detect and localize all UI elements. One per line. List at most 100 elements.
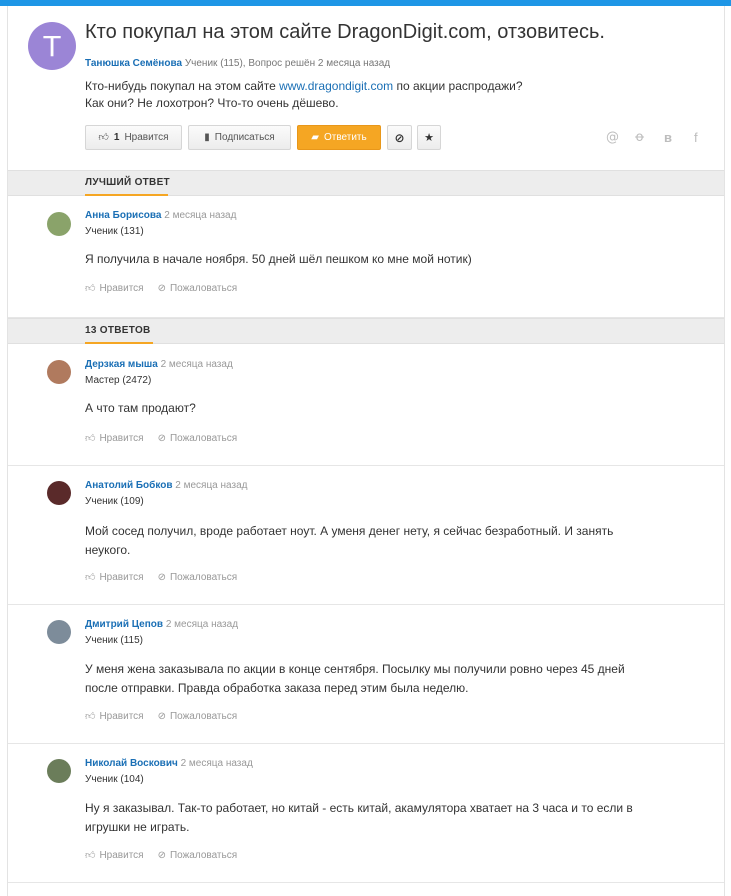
answer-rank: Ученик (109) xyxy=(85,496,144,507)
avatar[interactable] xyxy=(47,481,71,505)
block-icon: ⊘ xyxy=(157,282,166,294)
answer-author: Николай Воскович 2 месяца назад xyxy=(85,758,253,769)
thumbs-up-icon: 👍︎ xyxy=(85,282,96,294)
bookmark-icon: ▮ xyxy=(204,131,210,143)
avatar[interactable] xyxy=(47,212,71,236)
answer-author-link[interactable]: Дмитрий Цепов xyxy=(85,619,163,630)
answer-report-button[interactable]: ⊘ Пожаловаться xyxy=(158,711,238,722)
like-label: Нравится xyxy=(124,132,169,143)
like-label: Нравится xyxy=(99,572,144,583)
report-label: Пожаловаться xyxy=(169,433,238,444)
question-block: Т Кто покупал на этом сайте DragonDigit.… xyxy=(8,6,724,170)
facebook-icon[interactable]: f xyxy=(694,130,698,145)
answer-author-link[interactable]: Анна Борисова xyxy=(85,210,161,221)
question-author-link[interactable]: Танюшка Семёнова xyxy=(85,58,182,69)
odnoklassniki-icon[interactable]: ꝋ xyxy=(635,130,644,145)
question-link[interactable]: www.dragondigit.com xyxy=(279,79,393,93)
answer-rank: Ученик (104) xyxy=(85,774,144,785)
vk-icon[interactable]: в xyxy=(664,130,672,145)
thumbs-up-icon: 👍︎ xyxy=(98,131,109,143)
answer-text: А что там продают? xyxy=(85,401,196,415)
answer-item: Дмитрий Цепов 2 месяца назад Ученик (115… xyxy=(8,605,724,744)
block-button[interactable]: ⊘ xyxy=(387,125,412,150)
answer-like-button[interactable]: 👍︎ Нравится xyxy=(85,572,144,583)
answer-item: Анатолий Бобков 2 месяца назад Ученик (1… xyxy=(8,466,724,605)
question-body: Кто-нибудь покупал на этом сайте www.dra… xyxy=(85,78,685,112)
answer-report-button[interactable]: ⊘ Пожаловаться xyxy=(158,850,238,861)
answer-text: Я получила в начале ноября. 50 дней шёл … xyxy=(85,252,472,266)
best-answer-heading-label: ЛУЧШИЙ ОТВЕТ xyxy=(85,177,170,188)
answer-like-button[interactable]: 👍︎ Нравится xyxy=(85,433,144,444)
answer-time: 2 месяца назад xyxy=(165,619,239,630)
question-page: Т Кто покупал на этом сайте DragonDigit.… xyxy=(7,6,725,896)
thumbs-up-icon: 👍︎ xyxy=(85,710,96,722)
answer-author: Анатолий Бобков 2 месяца назад xyxy=(85,480,247,491)
like-count: 1 xyxy=(113,132,120,143)
favorite-button[interactable]: ★ xyxy=(417,125,441,150)
question-text-end: по акции распродажи? xyxy=(393,79,523,93)
author-avatar[interactable]: Т xyxy=(28,22,76,70)
answer-item: Николай Воскович 2 месяца назад Ученик (… xyxy=(8,744,724,883)
like-label: Нравится xyxy=(99,711,144,722)
star-icon: ★ xyxy=(424,131,434,144)
answer-report-button[interactable]: ⊘ Пожаловаться xyxy=(158,433,238,444)
answer-actions: 👍︎ Нравится ⊘ Пожаловаться xyxy=(85,283,237,294)
report-label: Пожаловаться xyxy=(169,850,238,861)
question-text: Кто-нибудь покупал на этом сайте xyxy=(85,79,280,93)
answer-rank: Ученик (131) xyxy=(85,226,144,237)
block-icon: ⊘ xyxy=(394,130,405,145)
answer-like-button[interactable]: 👍︎ Нравится xyxy=(85,711,144,722)
answer-rank: Ученик (115) xyxy=(85,635,143,646)
question-title: Кто покупал на этом сайте DragonDigit.co… xyxy=(85,21,605,43)
like-label: Нравится xyxy=(99,283,144,294)
like-button[interactable]: 👍︎ 1 Нравится xyxy=(85,125,182,150)
answer-report-button[interactable]: ⊘ Пожаловаться xyxy=(158,283,238,294)
report-label: Пожаловаться xyxy=(169,572,238,583)
answer-item: Дерзкая мыша 2 месяца назад Мастер (2472… xyxy=(8,345,724,466)
answer-text: Ну я заказывал. Так-то работает, но кита… xyxy=(85,801,633,834)
like-label: Нравится xyxy=(99,850,144,861)
subscribe-button[interactable]: ▮ Подписаться xyxy=(188,125,291,150)
answer-label: Ответить xyxy=(323,132,367,143)
answer-text: У меня жена заказывала по акции в конце … xyxy=(85,662,625,695)
answer-author-link[interactable]: Николай Воскович xyxy=(85,758,178,769)
answer-actions: 👍︎ Нравится ⊘ Пожаловаться xyxy=(85,433,237,444)
answer-author: Анна Борисова 2 месяца назад xyxy=(85,210,236,221)
best-answer-heading: ЛУЧШИЙ ОТВЕТ xyxy=(8,170,724,196)
answer-time: 2 месяца назад xyxy=(160,359,233,370)
subscribe-label: Подписаться xyxy=(214,132,275,143)
question-text-line2: Как они? Не лохотрон? Что-то очень дёшев… xyxy=(85,96,339,110)
avatar[interactable] xyxy=(47,360,71,384)
comment-icon: ▰ xyxy=(311,131,319,143)
answers-heading-label: 13 ОТВЕТОВ xyxy=(85,325,151,336)
answer-button[interactable]: ▰ Ответить xyxy=(297,125,381,150)
answer-actions: 👍︎ Нравится ⊘ Пожаловаться xyxy=(85,850,237,861)
answer-like-button[interactable]: 👍︎ Нравится xyxy=(85,283,144,294)
thumbs-up-icon: 👍︎ xyxy=(85,432,96,444)
avatar[interactable] xyxy=(47,759,71,783)
block-icon: ⊘ xyxy=(157,571,166,583)
answer-report-button[interactable]: ⊘ Пожаловаться xyxy=(158,572,238,583)
answer-text: Мой сосед получил, вроде работает ноут. … xyxy=(85,524,614,557)
block-icon: ⊘ xyxy=(157,432,166,444)
avatar-letter: Т xyxy=(43,29,61,63)
answer-actions: 👍︎ Нравится ⊘ Пожаловаться xyxy=(85,572,237,583)
question-meta-text: Ученик (115), Вопрос решён 2 месяца наза… xyxy=(184,58,391,69)
answer-like-button[interactable]: 👍︎ Нравится xyxy=(85,850,144,861)
answer-rank: Мастер (2472) xyxy=(85,375,152,386)
answer-time: 2 месяца назад xyxy=(164,210,237,221)
answer-time: 2 месяца назад xyxy=(175,480,248,491)
answer-author-link[interactable]: Анатолий Бобков xyxy=(85,480,172,491)
mail-icon[interactable]: @ xyxy=(606,130,619,145)
block-icon: ⊘ xyxy=(157,710,166,722)
report-label: Пожаловаться xyxy=(169,711,238,722)
avatar[interactable] xyxy=(47,620,71,644)
block-icon: ⊘ xyxy=(157,849,166,861)
thumbs-up-icon: 👍︎ xyxy=(85,849,96,861)
answer-actions: 👍︎ Нравится ⊘ Пожаловаться xyxy=(85,711,237,722)
report-label: Пожаловаться xyxy=(169,283,238,294)
best-answer: Анна Борисова 2 месяца назад Ученик (131… xyxy=(8,196,724,318)
answer-author-link[interactable]: Дерзкая мыша xyxy=(85,359,158,370)
answers-heading: 13 ОТВЕТОВ xyxy=(8,318,724,344)
answer-time: 2 месяца назад xyxy=(180,758,253,769)
